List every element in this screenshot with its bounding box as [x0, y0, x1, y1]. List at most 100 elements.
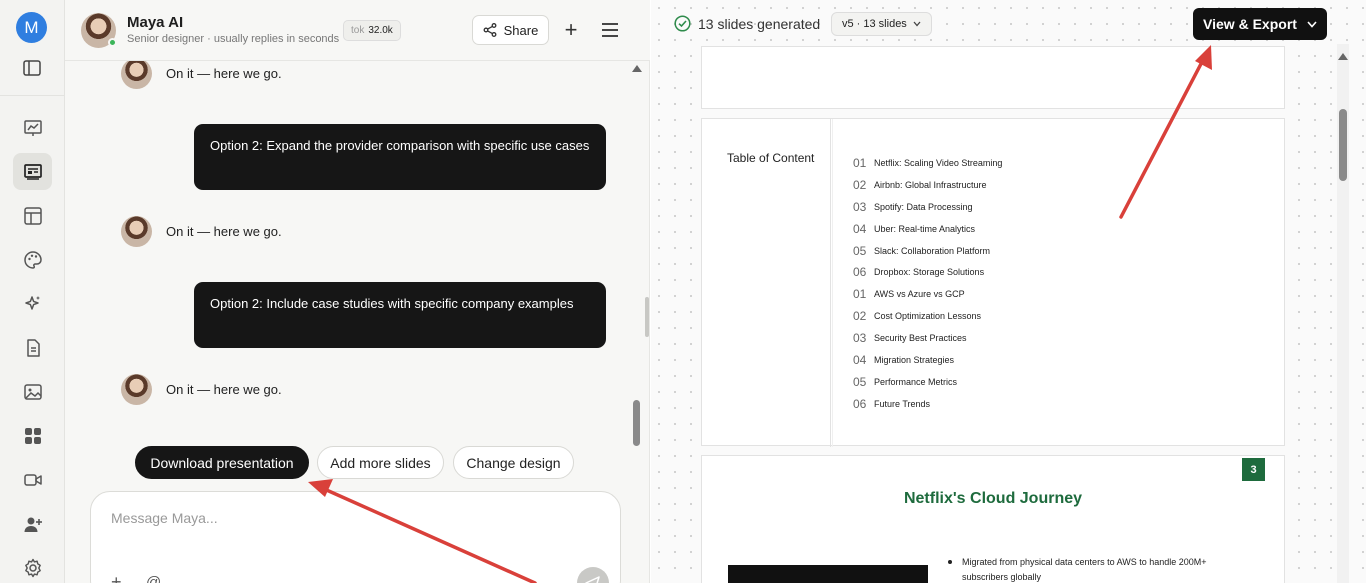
export-label: View & Export — [1203, 16, 1297, 32]
toc-label: Airbnb: Global Infrastructure — [874, 179, 987, 190]
mention-button[interactable]: @ — [146, 574, 161, 583]
message-input[interactable] — [111, 510, 591, 526]
toc-list: 01 Netflix: Scaling Video Streaming 02 Air… — [853, 152, 1002, 415]
slide-thumbnail-3[interactable]: 3 Netflix's Cloud Journey Migrated from … — [701, 455, 1285, 583]
generation-status: 13 slides generated — [698, 16, 821, 32]
toc-item: 02 Airbnb: Global Infrastructure — [853, 174, 1002, 196]
agent-status: Senior designer · usually replies in sec… — [127, 33, 340, 45]
view-export-button[interactable]: View & Export — [1193, 8, 1327, 40]
toc-item: 03 Spotify: Data Processing — [853, 196, 1002, 218]
sidebar-toggle-icon[interactable] — [23, 60, 41, 76]
toc-number: 01 — [853, 155, 867, 170]
toc-item: 06 Future Trends — [853, 393, 1002, 415]
send-icon — [585, 576, 600, 583]
nav-invite[interactable] — [13, 505, 52, 542]
hamburger-icon — [602, 23, 618, 37]
toc-item: 05 Slack: Collaboration Platform — [853, 240, 1002, 262]
toc-label: Spotify: Data Processing — [874, 201, 973, 212]
nav-ai-tools[interactable] — [13, 285, 52, 322]
add-user-icon — [24, 517, 42, 532]
add-more-slides-button[interactable]: Add more slides — [317, 446, 444, 479]
nav-documents[interactable] — [13, 329, 52, 366]
nav-presentations[interactable] — [13, 153, 52, 190]
toc-item: 04 Uber: Real-time Analytics — [853, 218, 1002, 240]
toc-divider-inner — [832, 119, 833, 447]
toc-item: 05 Performance Metrics — [853, 371, 1002, 393]
download-presentation-button[interactable]: Download presentation — [135, 446, 309, 479]
message-text: On it — here we go. — [166, 382, 282, 397]
toc-label: Uber: Real-time Analytics — [874, 223, 976, 234]
send-button[interactable] — [577, 567, 609, 583]
video-icon — [23, 473, 42, 486]
apps-icon — [24, 427, 41, 444]
toc-label: Security Best Practices — [874, 333, 967, 344]
toc-number: 06 — [853, 396, 867, 411]
user-avatar[interactable]: M — [16, 12, 47, 43]
toc-label: Migration Strategies — [874, 354, 955, 365]
agent-message: On it — here we go. — [121, 61, 282, 89]
toc-title: Table of Content — [727, 151, 815, 165]
toc-label: Future Trends — [874, 398, 931, 409]
toc-item: 02 Cost Optimization Lessons — [853, 305, 1002, 327]
change-design-button[interactable]: Change design — [453, 446, 574, 479]
toc-number: 05 — [853, 243, 867, 258]
toc-label: Dropbox: Storage Solutions — [874, 267, 985, 278]
token-badge: tok 32.0k — [343, 20, 401, 41]
nav-apps[interactable] — [13, 417, 52, 454]
agent-avatar — [121, 61, 152, 89]
toc-number: 01 — [853, 287, 867, 302]
slide-thumbnail-1[interactable] — [701, 46, 1285, 109]
toc-number: 04 — [853, 221, 867, 236]
slide-number-badge: 3 — [1242, 458, 1265, 481]
message-list[interactable]: On it — here we go. Option 2: Expand the… — [65, 61, 650, 441]
preview-scrollbar-thumb[interactable] — [1339, 109, 1347, 181]
slide-title: Netflix's Cloud Journey — [903, 490, 1083, 507]
version-dropdown[interactable]: v5 · 13 slides — [831, 12, 932, 36]
agent-message: On it — here we go. — [121, 216, 282, 247]
slide-image — [728, 565, 928, 583]
nav-layouts[interactable] — [13, 197, 52, 234]
attach-button[interactable]: + — [111, 572, 122, 583]
slide-thumbnail-2[interactable]: Table of Content 01 Netflix: Scaling Vide… — [701, 118, 1285, 447]
chevron-down-icon — [1307, 20, 1317, 28]
message-composer: + @ — [90, 491, 621, 583]
presentation-icon — [23, 163, 42, 180]
nav-images[interactable] — [13, 373, 52, 410]
toc-divider — [830, 119, 831, 447]
agent-name: Maya AI — [127, 14, 184, 31]
preview-scroll-up-arrow[interactable] — [1338, 53, 1348, 60]
toc-number: 05 — [853, 374, 867, 389]
token-count: 32.0k — [368, 25, 393, 36]
toc-label: AWS vs Azure vs GCP — [874, 289, 965, 300]
chevron-down-icon — [913, 21, 921, 27]
image-icon — [23, 383, 42, 400]
version-label: v5 · 13 slides — [842, 18, 907, 30]
toc-number: 03 — [853, 199, 867, 214]
user-message: Option 2: Include case studies with spec… — [194, 282, 606, 348]
agent-avatar — [121, 374, 152, 405]
nav-settings[interactable] — [13, 549, 52, 583]
nav-analytics[interactable] — [13, 109, 52, 146]
toc-item: 01 AWS vs Azure vs GCP — [853, 283, 1002, 305]
toc-item: 03 Security Best Practices — [853, 327, 1002, 349]
share-button[interactable]: Share — [472, 15, 549, 45]
palette-icon — [23, 250, 42, 269]
agent-avatar — [81, 13, 117, 48]
toc-label: Netflix: Scaling Video Streaming — [874, 157, 1003, 168]
share-icon — [483, 23, 497, 37]
analytics-icon — [23, 119, 42, 136]
nav-video[interactable] — [13, 461, 52, 498]
toc-item: 04 Migration Strategies — [853, 349, 1002, 371]
nav-themes[interactable] — [13, 241, 52, 278]
panel-resize-handle[interactable] — [645, 297, 649, 337]
chat-scrollbar-thumb[interactable] — [633, 400, 640, 446]
preview-panel: 13 slides generated v5 · 13 slides View … — [651, 0, 1366, 583]
slide-bullet: Migrated from physical data centers to A… — [948, 555, 1238, 583]
toc-item: 01 Netflix: Scaling Video Streaming — [853, 152, 1002, 174]
chat-header: Maya AI Senior designer · usually replie… — [65, 0, 650, 61]
menu-button[interactable] — [600, 20, 620, 40]
toc-number: 06 — [853, 265, 867, 280]
new-chat-button[interactable]: + — [560, 17, 582, 43]
chat-scroll-up-arrow[interactable] — [632, 65, 642, 72]
online-indicator — [108, 38, 117, 47]
